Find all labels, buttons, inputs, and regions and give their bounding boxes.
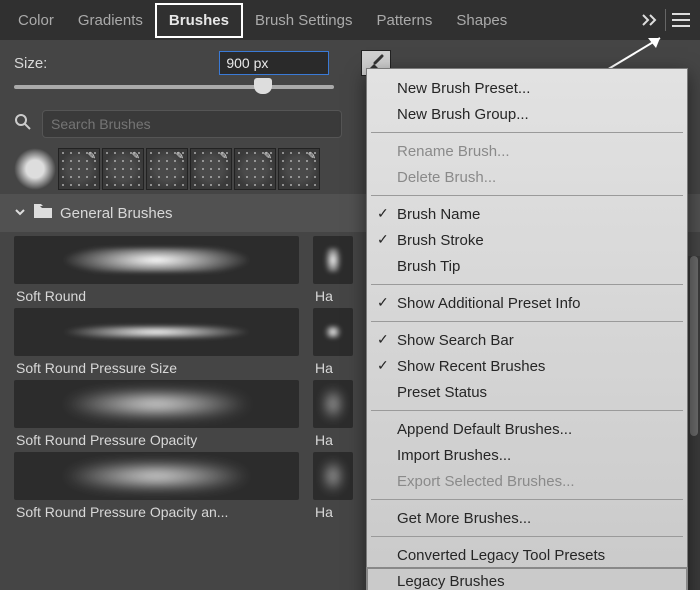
brush-name: Ha <box>313 288 353 304</box>
recent-brush-thumb[interactable]: ✎ <box>190 148 232 190</box>
menu-separator <box>371 132 683 133</box>
menu-separator <box>371 284 683 285</box>
scrollbar-thumb[interactable] <box>690 256 698 436</box>
size-input[interactable] <box>219 51 329 75</box>
checkmark-icon: ✓ <box>377 357 389 374</box>
menu-item-label: Import Brushes... <box>397 447 511 464</box>
brush-group-title: General Brushes <box>60 205 173 222</box>
menu-item-label: Brush Name <box>397 206 480 223</box>
brush-name: Soft Round Pressure Opacity <box>14 432 299 448</box>
menu-item-label: Brush Stroke <box>397 232 484 249</box>
tab-gradients[interactable]: Gradients <box>66 3 155 38</box>
brush-name: Ha <box>313 504 353 520</box>
menu-item[interactable]: ✓ Show Recent Brushes <box>367 353 687 379</box>
flyout-menu: New Brush Preset... New Brush Group... Ren… <box>366 68 688 590</box>
menu-item-label: Brush Tip <box>397 258 460 275</box>
menu-item-label: Append Default Brushes... <box>397 421 572 438</box>
checkmark-icon: ✓ <box>377 294 389 311</box>
tab-brush-settings[interactable]: Brush Settings <box>243 3 365 38</box>
menu-item[interactable]: ✓ Brush Name <box>367 201 687 227</box>
folder-icon <box>34 204 52 222</box>
menu-item-label: Legacy Brushes <box>397 573 505 590</box>
menu-item-label: Export Selected Brushes... <box>397 473 575 490</box>
recent-brush-thumb[interactable]: ✎ <box>146 148 188 190</box>
overflow-icon[interactable] <box>637 7 663 33</box>
recent-brush-thumb[interactable] <box>14 148 56 190</box>
menu-item[interactable]: Import Brushes... <box>367 442 687 468</box>
menu-item: Export Selected Brushes... <box>367 468 687 494</box>
panel-tabs: Color Gradients Brushes Brush Settings P… <box>0 0 700 40</box>
tab-brushes[interactable]: Brushes <box>155 3 243 38</box>
size-slider[interactable] <box>14 78 334 96</box>
recent-brush-thumb[interactable]: ✎ <box>102 148 144 190</box>
menu-item-label: Converted Legacy Tool Presets <box>397 547 605 564</box>
menu-item[interactable]: Append Default Brushes... <box>367 416 687 442</box>
brush-name: Ha <box>313 432 353 448</box>
menu-item[interactable]: Preset Status <box>367 379 687 405</box>
menu-separator <box>371 321 683 322</box>
menu-item[interactable]: Brush Tip <box>367 253 687 279</box>
menu-item[interactable]: Converted Legacy Tool Presets <box>367 542 687 568</box>
menu-item-label: New Brush Group... <box>397 106 529 123</box>
menu-item-label: Preset Status <box>397 384 487 401</box>
menu-separator <box>371 536 683 537</box>
recent-brush-thumb[interactable]: ✎ <box>58 148 100 190</box>
recent-brush-thumb[interactable]: ✎ <box>278 148 320 190</box>
menu-item[interactable]: Get More Brushes... <box>367 505 687 531</box>
size-slider-thumb[interactable] <box>254 78 272 94</box>
menu-item-label: Show Additional Preset Info <box>397 295 580 312</box>
menu-item[interactable]: Legacy Brushes <box>367 568 687 590</box>
menu-item: Rename Brush... <box>367 138 687 164</box>
menu-item-label: Rename Brush... <box>397 143 510 160</box>
checkmark-icon: ✓ <box>377 205 389 222</box>
brush-name: Ha <box>313 360 353 376</box>
tab-patterns[interactable]: Patterns <box>365 3 445 38</box>
scrollbar[interactable] <box>688 256 700 590</box>
menu-item: Delete Brush... <box>367 164 687 190</box>
chevron-down-icon <box>14 205 26 222</box>
flyout-menu-icon[interactable] <box>668 7 694 33</box>
menu-item-label: New Brush Preset... <box>397 80 530 97</box>
menu-item[interactable]: New Brush Preset... <box>367 75 687 101</box>
menu-item[interactable]: ✓ Show Search Bar <box>367 327 687 353</box>
search-input[interactable] <box>42 110 342 138</box>
menu-separator <box>371 195 683 196</box>
brush-name: Soft Round <box>14 288 299 304</box>
divider <box>665 9 666 31</box>
menu-separator <box>371 499 683 500</box>
size-label: Size: <box>14 55 47 72</box>
menu-item-label: Show Recent Brushes <box>397 358 545 375</box>
checkmark-icon: ✓ <box>377 331 389 348</box>
menu-separator <box>371 410 683 411</box>
menu-item[interactable]: New Brush Group... <box>367 101 687 127</box>
recent-brush-thumb[interactable]: ✎ <box>234 148 276 190</box>
menu-item[interactable]: ✓ Show Additional Preset Info <box>367 290 687 316</box>
checkmark-icon: ✓ <box>377 231 389 248</box>
brush-name: Soft Round Pressure Opacity an... <box>14 504 299 520</box>
tab-shapes[interactable]: Shapes <box>444 3 519 38</box>
menu-item[interactable]: ✓ Brush Stroke <box>367 227 687 253</box>
menu-item-label: Show Search Bar <box>397 332 514 349</box>
menu-item-label: Delete Brush... <box>397 169 496 186</box>
tab-color[interactable]: Color <box>6 3 66 38</box>
menu-item-label: Get More Brushes... <box>397 510 531 527</box>
brush-name: Soft Round Pressure Size <box>14 360 299 376</box>
search-icon <box>14 113 32 136</box>
